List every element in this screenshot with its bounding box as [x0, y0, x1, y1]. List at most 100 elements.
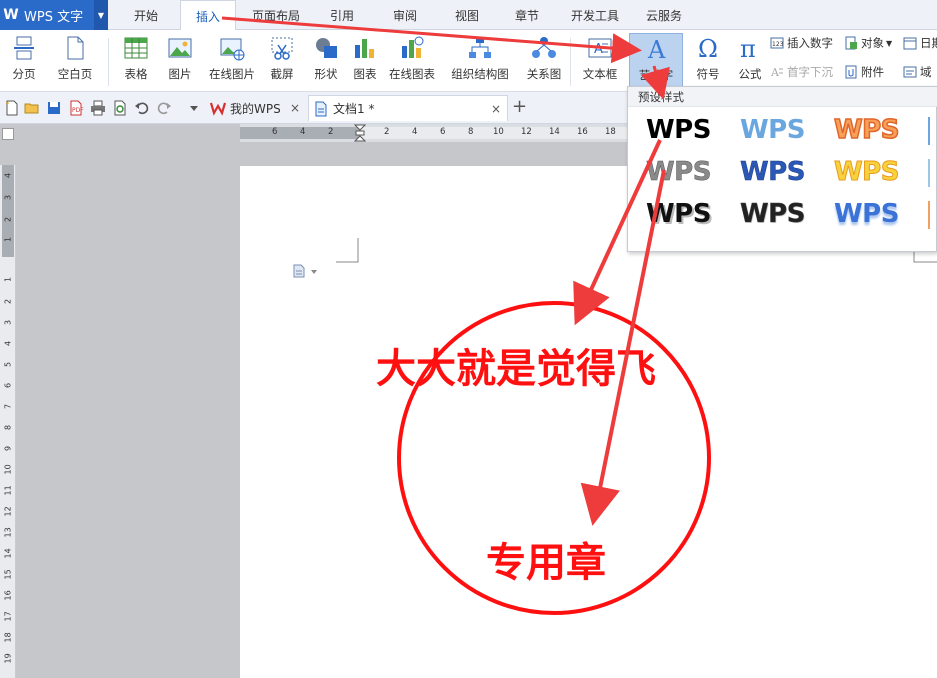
online-picture-button[interactable]: 在线图片: [205, 33, 259, 89]
tab-insert[interactable]: 插入: [180, 0, 236, 31]
ribbon-separator: [570, 38, 571, 86]
wps-logo-icon: W: [3, 7, 19, 23]
tab-page-layout[interactable]: 页面布局: [245, 0, 307, 30]
preset-styles-header: 预设样式: [628, 87, 937, 107]
ribbon: 分页 空白页 表格 图片 在线图片 截屏 形状 图表 在线图表 组织结构图 关系…: [0, 30, 937, 92]
omega-icon: Ω: [698, 35, 718, 61]
seal-bottom-text[interactable]: 专用章: [486, 530, 606, 588]
open-folder-icon[interactable]: [24, 100, 40, 116]
chevron-down-icon[interactable]: ▼: [94, 0, 108, 30]
wordart-style-light-blue[interactable]: WPS: [740, 115, 805, 145]
org-chart-button[interactable]: 组织结构图: [444, 33, 516, 89]
export-pdf-icon[interactable]: PDF: [68, 100, 84, 116]
scissors-icon: [271, 37, 293, 60]
field-button[interactable]: 域: [903, 63, 932, 81]
close-icon[interactable]: ×: [491, 102, 501, 116]
table-button[interactable]: 表格: [116, 33, 156, 89]
screenshot-button[interactable]: 截屏: [262, 33, 302, 89]
online-chart-button[interactable]: 在线图表: [385, 33, 439, 89]
wordart-style-orange-outline[interactable]: WPS: [833, 114, 900, 146]
tab-references[interactable]: 引用: [315, 0, 369, 30]
attachment-button[interactable]: 附件: [844, 63, 884, 81]
shapes-icon: [316, 38, 337, 58]
drop-cap-button[interactable]: A 首字下沉: [770, 63, 833, 81]
wordart-style-black[interactable]: WPS: [646, 115, 711, 145]
app-menu-button[interactable]: W WPS 文字 ▼: [0, 0, 108, 30]
picture-icon: [168, 38, 192, 58]
equation-button[interactable]: π 公式: [734, 33, 766, 89]
calendar-icon: [903, 37, 917, 50]
wordart-style-partial[interactable]: [928, 117, 937, 145]
svg-text:π: π: [740, 35, 756, 61]
online-chart-icon: [402, 36, 424, 58]
undo-icon[interactable]: [134, 100, 150, 116]
svg-text:123: 123: [772, 41, 784, 48]
print-icon[interactable]: [90, 100, 106, 116]
wordart-preset-dropdown: 预设样式 WPS WPS WPS WPS WPS WPS WPS WPS WPS: [627, 86, 937, 252]
new-tab-button[interactable]: +: [512, 96, 527, 117]
indent-marker-icon[interactable]: [354, 124, 366, 142]
shapes-button[interactable]: 形状: [306, 33, 346, 89]
pi-icon: π: [740, 35, 756, 61]
svg-text:A: A: [770, 66, 780, 79]
wordart-style-gray-gradient[interactable]: WPS: [646, 157, 712, 188]
textbox-button[interactable]: A 文本框: [574, 33, 626, 89]
insert-number-button[interactable]: 123 插入数字: [770, 34, 833, 52]
save-icon[interactable]: [46, 100, 62, 116]
tab-home[interactable]: 开始: [117, 0, 175, 30]
page-break-icon: [14, 36, 34, 60]
print-preview-icon[interactable]: [112, 100, 128, 116]
chart-icon: [355, 39, 374, 58]
tab-developer[interactable]: 开发工具: [562, 0, 628, 30]
wordart-icon: A: [647, 36, 666, 62]
app-name: WPS 文字: [24, 9, 84, 25]
wordart-style-partial[interactable]: [928, 201, 937, 229]
relation-chart-icon: [532, 37, 556, 58]
chart-button[interactable]: 图表: [350, 33, 380, 89]
doc-tab-document1[interactable]: 文档1 * ×: [308, 95, 508, 121]
doc-tab-my-wps[interactable]: 我的WPS ×: [206, 95, 306, 121]
number-icon: 123: [770, 37, 784, 49]
picture-button[interactable]: 图片: [160, 33, 200, 89]
wps-logo-icon: [210, 102, 226, 116]
tab-view[interactable]: 视图: [440, 0, 494, 30]
date-button[interactable]: 日期: [903, 34, 937, 52]
textbox-icon: A: [588, 38, 612, 58]
redo-icon[interactable]: [156, 100, 172, 116]
document-icon: [315, 101, 327, 116]
wordart-style-dark-outline[interactable]: WPS: [740, 199, 806, 230]
menu-bar: W WPS 文字 ▼ 开始 插入 页面布局 引用 审阅 视图 章节 开发工具 云…: [0, 0, 937, 31]
svg-text:PDF: PDF: [72, 107, 84, 114]
svg-text:Ω: Ω: [698, 35, 718, 61]
svg-text:A: A: [594, 42, 603, 57]
wordart-style-blue-bevel[interactable]: WPS: [740, 157, 806, 188]
tab-section[interactable]: 章节: [500, 0, 554, 30]
online-picture-icon: [220, 38, 245, 61]
page-break-button[interactable]: 分页: [4, 33, 44, 89]
symbol-button[interactable]: Ω 符号: [690, 33, 726, 89]
drop-cap-icon: A: [770, 66, 783, 79]
tab-stop-selector[interactable]: [2, 128, 14, 140]
margin-corner-mark: [336, 238, 359, 263]
table-icon: [124, 37, 148, 59]
relation-chart-button[interactable]: 关系图: [522, 33, 566, 89]
new-document-icon[interactable]: [4, 100, 20, 116]
vertical-ruler[interactable]: 4 3 2 1 1 2 3 4 5 6 7 8 9 10 11 12 13 14…: [0, 165, 16, 678]
tab-review[interactable]: 审阅: [378, 0, 432, 30]
tab-cloud[interactable]: 云服务: [636, 0, 692, 30]
wordart-style-gold[interactable]: WPS: [834, 157, 900, 188]
wordart-style-partial[interactable]: [928, 159, 937, 187]
close-icon[interactable]: ×: [290, 101, 300, 115]
blank-page-button[interactable]: 空白页: [50, 33, 100, 89]
wordart-button[interactable]: A 艺术字: [629, 33, 683, 89]
object-icon: [845, 36, 857, 50]
wordart-style-blue-reflection[interactable]: WPS: [834, 199, 899, 229]
seal-top-text[interactable]: 大大就是觉得飞: [376, 336, 656, 394]
customize-dropdown-icon[interactable]: [186, 100, 202, 116]
ribbon-separator: [108, 38, 109, 86]
paragraph-layout-icon[interactable]: [292, 264, 322, 278]
field-icon: [903, 66, 917, 78]
wordart-style-black-shadow[interactable]: WPS: [646, 199, 711, 229]
org-chart-icon: [469, 37, 491, 58]
object-button[interactable]: 对象 ▼: [844, 34, 892, 52]
